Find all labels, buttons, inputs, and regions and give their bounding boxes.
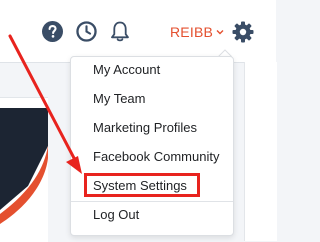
- menu-divider: [71, 201, 233, 202]
- gear-icon[interactable]: [232, 21, 254, 43]
- system-settings-highlight-box: [84, 173, 200, 197]
- bell-icon[interactable]: [109, 20, 131, 43]
- menu-item-my-team[interactable]: My Team: [93, 89, 146, 109]
- menu-item-marketing-profiles[interactable]: Marketing Profiles: [93, 118, 197, 138]
- card-graphic: [0, 98, 48, 242]
- menu-item-log-out[interactable]: Log Out: [93, 205, 139, 225]
- username-label: REIBB: [170, 24, 214, 40]
- side-panel: [244, 62, 277, 241]
- menu-item-my-account[interactable]: My Account: [93, 60, 160, 80]
- dashboard-card: [0, 97, 48, 242]
- user-menu[interactable]: REIBB: [170, 23, 224, 41]
- chevron-down-icon: [216, 30, 224, 35]
- top-bar: REIBB: [0, 0, 276, 63]
- clock-icon[interactable]: [76, 21, 97, 42]
- user-dropdown-menu: My Account My Team Marketing Profiles Fa…: [70, 56, 234, 236]
- help-circle-icon[interactable]: [42, 21, 63, 42]
- menu-item-facebook-community[interactable]: Facebook Community: [93, 147, 219, 167]
